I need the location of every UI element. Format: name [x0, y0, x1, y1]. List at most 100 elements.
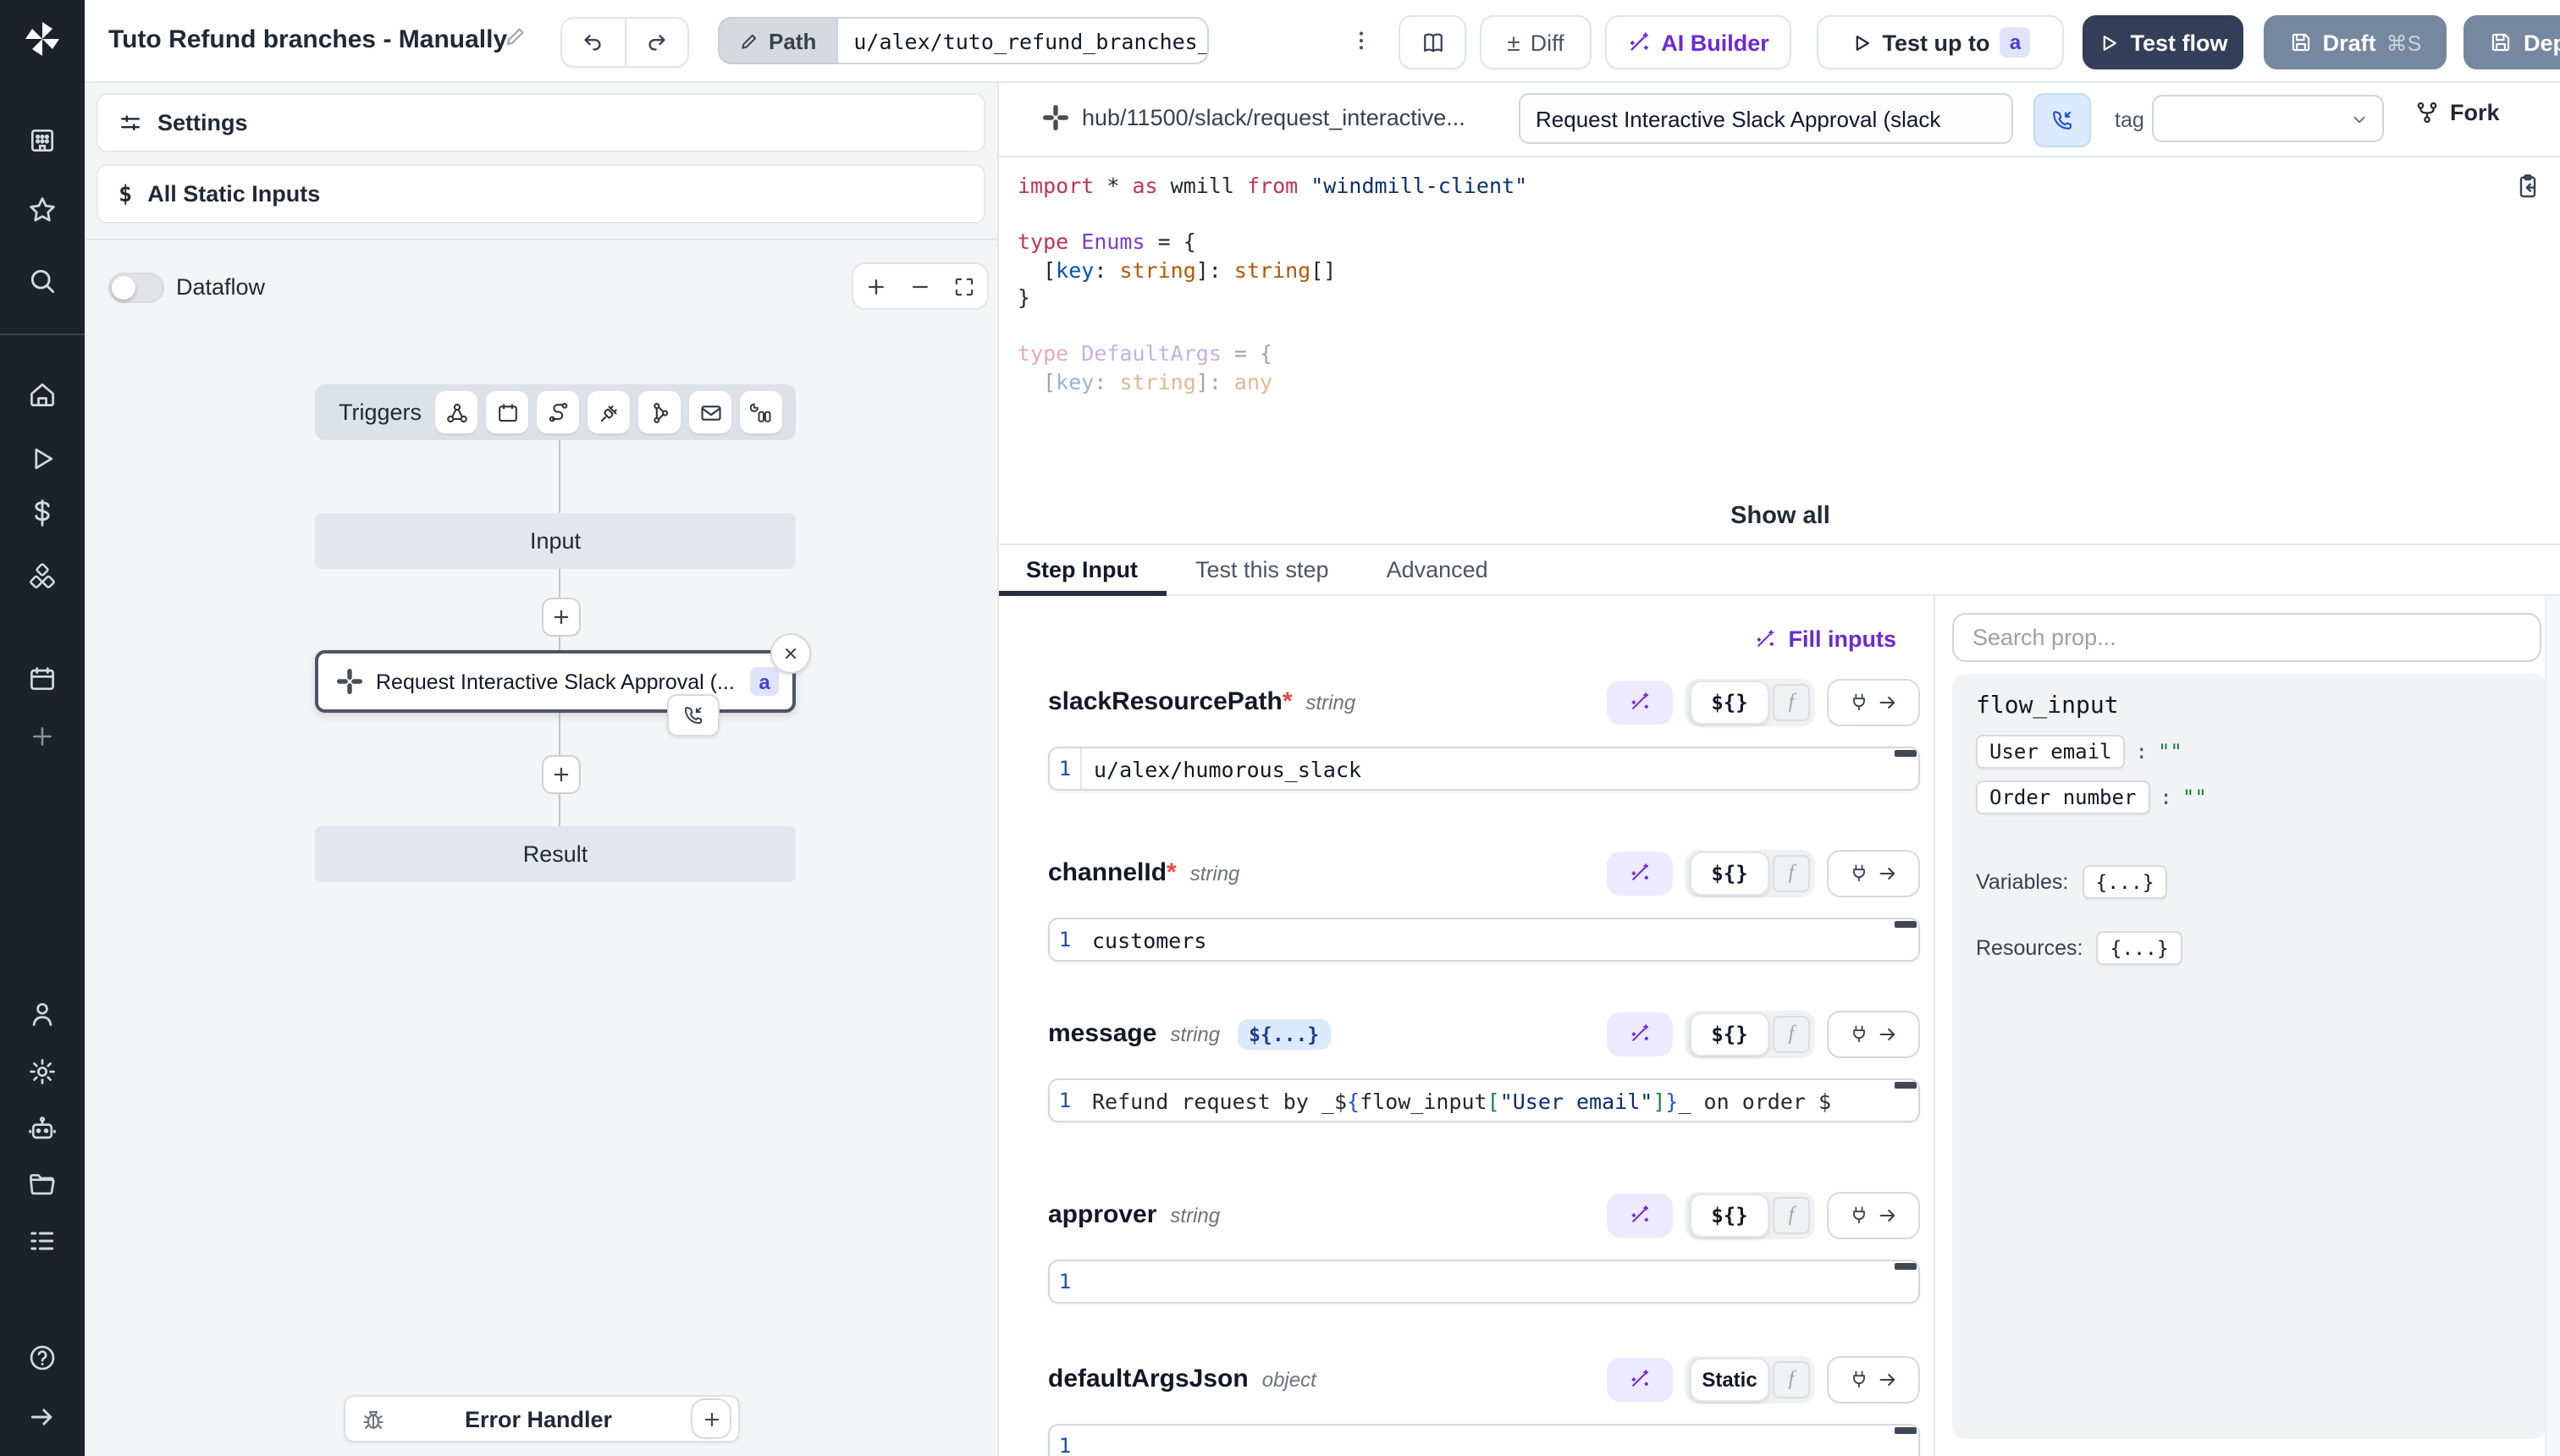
ai-fill-button[interactable] [1607, 1357, 1673, 1401]
search-prop-input[interactable]: Search prop... [1952, 613, 2541, 662]
ai-builder-button[interactable]: AI Builder [1605, 15, 1791, 69]
workspace-icon[interactable] [0, 115, 85, 166]
field-editor[interactable]: 1 u/alex/humorous_slack [1048, 747, 1920, 791]
diff-button[interactable]: ± Diff [1480, 15, 1592, 69]
resources-expand[interactable]: {...} [2096, 931, 2182, 965]
suspend-approval-icon[interactable] [667, 694, 720, 736]
test-up-to-button[interactable]: Test up to a [1817, 15, 2064, 69]
ai-fill-button[interactable] [1607, 680, 1673, 724]
favorites-star-icon[interactable] [0, 185, 85, 235]
path-edit-button[interactable]: Path [718, 17, 836, 64]
deploy-button[interactable]: Deploy [2463, 15, 2560, 69]
add-icon[interactable] [0, 711, 85, 762]
http-route-trigger-icon[interactable] [537, 391, 579, 433]
add-step-button-bottom[interactable] [542, 755, 581, 794]
runs-icon[interactable] [0, 433, 85, 484]
error-handler-node[interactable]: Error Handler [344, 1395, 740, 1442]
resources-icon[interactable] [0, 552, 85, 603]
template-mode-button[interactable]: ${} [1690, 680, 1769, 724]
undo-button[interactable] [562, 19, 626, 66]
editor-scrollbar[interactable] [1895, 1263, 1917, 1270]
help-icon[interactable] [0, 1332, 85, 1383]
code-editor[interactable]: import * as wmill from "windmill-client"… [999, 156, 2560, 543]
template-mode-button[interactable]: ${} [1690, 851, 1769, 895]
static-mode-button[interactable]: Static [1690, 1357, 1769, 1401]
triggers-node[interactable]: Triggers [315, 384, 796, 440]
schedules-icon[interactable] [0, 654, 85, 704]
expand-sidebar-icon[interactable] [0, 1392, 85, 1442]
redo-button[interactable] [626, 19, 687, 66]
tag-select[interactable] [2152, 95, 2384, 142]
javascript-mode-button[interactable]: f [1773, 1196, 1810, 1233]
connect-input-button[interactable] [1827, 849, 1920, 896]
path-input[interactable]: u/alex/tuto_refund_branches_ [836, 17, 1209, 64]
draft-button[interactable]: Draft ⌘S [2264, 15, 2447, 69]
schedule-trigger-icon[interactable] [486, 391, 528, 433]
search-icon[interactable] [0, 256, 85, 306]
home-icon[interactable] [0, 369, 85, 420]
step-summary-input[interactable]: Request Interactive Slack Approval (slac… [1519, 93, 2013, 144]
suspend-approval-toggle[interactable] [2033, 93, 2091, 147]
slack-approval-step-node[interactable]: Request Interactive Slack Approval (... … [315, 650, 796, 713]
template-mode-button[interactable]: ${} [1690, 1012, 1769, 1056]
user-icon[interactable] [0, 989, 85, 1040]
add-step-button-top[interactable] [542, 598, 581, 637]
ai-robot-icon[interactable] [0, 1104, 85, 1155]
javascript-mode-button[interactable]: f [1773, 683, 1810, 720]
add-error-handler-icon[interactable] [691, 1398, 731, 1439]
fill-inputs-button[interactable]: Fill inputs [1755, 626, 1897, 652]
fit-view-button[interactable] [954, 275, 976, 297]
scrollbar-track[interactable] [2545, 596, 2560, 1456]
editor-scrollbar[interactable] [1895, 1082, 1917, 1089]
show-all-button[interactable]: Show all [999, 503, 2560, 530]
field-editor[interactable]: 1 Refund request by _${flow_input["User … [1048, 1078, 1920, 1122]
zoom-in-button[interactable] [864, 275, 886, 297]
template-mode-button[interactable]: ${} [1690, 1193, 1769, 1237]
ai-fill-button[interactable] [1607, 1012, 1673, 1056]
connect-input-button[interactable] [1827, 1355, 1920, 1403]
dataflow-toggle[interactable] [108, 273, 164, 303]
more-menu-icon[interactable] [1344, 20, 1378, 61]
tab-step-input[interactable]: Step Input [999, 545, 1167, 594]
prop-user-email[interactable]: User email [1976, 735, 2126, 769]
flow-settings-button[interactable]: Settings [97, 93, 985, 152]
variables-icon[interactable] [0, 488, 85, 538]
javascript-mode-button[interactable]: f [1773, 1360, 1810, 1398]
fork-button[interactable]: Fork [2414, 100, 2500, 125]
flow-result-node[interactable]: Result [315, 826, 796, 882]
editor-scrollbar[interactable] [1895, 750, 1917, 757]
list-icon[interactable] [0, 1216, 85, 1266]
edit-title-icon[interactable] [505, 25, 527, 47]
editor-scrollbar[interactable] [1895, 1427, 1917, 1434]
websocket-trigger-icon[interactable] [588, 391, 630, 433]
all-static-inputs-button[interactable]: $ All Static Inputs [97, 164, 985, 223]
ai-fill-button[interactable] [1607, 851, 1673, 895]
field-editor[interactable]: 1 customers [1048, 918, 1920, 962]
webhook-trigger-icon[interactable] [435, 391, 477, 433]
kafka-trigger-icon[interactable] [638, 391, 681, 433]
connect-input-button[interactable] [1827, 1010, 1920, 1057]
ai-fill-button[interactable] [1607, 1193, 1673, 1237]
test-flow-button[interactable]: Test flow [2083, 15, 2243, 69]
field-editor[interactable]: 1 [1048, 1424, 1920, 1456]
copy-code-icon[interactable] [2514, 173, 2541, 200]
flow-input-node[interactable]: Input [315, 513, 796, 569]
connect-input-button[interactable] [1827, 1191, 1920, 1238]
windmill-logo[interactable] [0, 14, 85, 64]
folders-icon[interactable] [0, 1160, 85, 1211]
editor-scrollbar[interactable] [1895, 921, 1917, 928]
variables-expand[interactable]: {...} [2082, 865, 2167, 899]
tab-test-this-step[interactable]: Test this step [1167, 545, 1358, 594]
javascript-mode-button[interactable]: f [1773, 1015, 1810, 1052]
tab-advanced[interactable]: Advanced [1358, 545, 1517, 594]
scheduled-poll-trigger-icon[interactable] [740, 391, 782, 433]
hub-script-path[interactable]: hub/11500/slack/request_interactive... [1082, 105, 1465, 130]
settings-gear-icon[interactable] [0, 1046, 85, 1097]
field-editor[interactable]: 1 [1048, 1260, 1920, 1304]
docs-button[interactable] [1399, 15, 1466, 69]
prop-order-number[interactable]: Order number [1976, 780, 2149, 814]
javascript-mode-button[interactable]: f [1773, 854, 1810, 891]
email-trigger-icon[interactable] [689, 391, 731, 433]
connect-input-button[interactable] [1827, 678, 1920, 725]
zoom-out-button[interactable] [909, 275, 931, 297]
